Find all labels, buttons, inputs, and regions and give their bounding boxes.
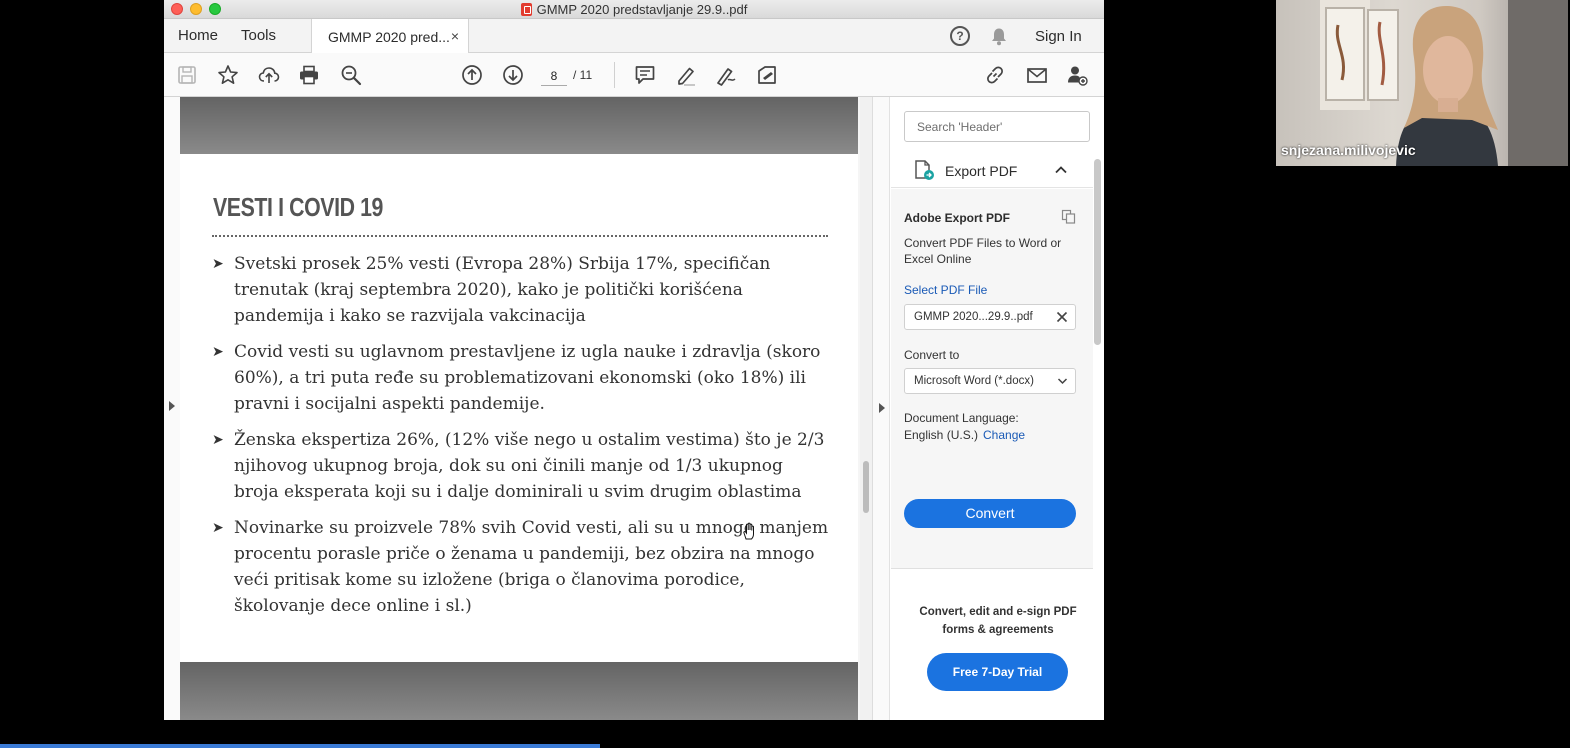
title-divider <box>212 235 828 237</box>
cloud-upload-icon[interactable] <box>258 64 280 86</box>
remove-file-icon[interactable] <box>1056 311 1068 323</box>
participant-video-tile: snjezana.milivojevic <box>1276 0 1568 166</box>
page-total: / 11 <box>573 68 593 82</box>
previous-page-preview <box>180 97 858 154</box>
star-icon[interactable] <box>217 64 239 86</box>
bullet-list: Svetski prosek 25% vesti (Evropa 28%) Sr… <box>212 251 832 629</box>
print-icon[interactable] <box>298 64 320 86</box>
window-title-wrap: GMMP 2020 predstavljanje 29.9..pdf <box>164 2 1104 17</box>
next-page-icon[interactable] <box>502 64 524 86</box>
chevron-down-icon <box>1057 378 1068 385</box>
title-bar: GMMP 2020 predstavljanje 29.9..pdf <box>164 0 1104 19</box>
selected-file-name: GMMP 2020...29.9..pdf <box>914 311 1033 323</box>
save-icon[interactable] <box>176 64 198 86</box>
add-person-icon[interactable] <box>1066 64 1088 86</box>
convert-button[interactable]: Convert <box>904 499 1076 528</box>
previous-page-icon[interactable] <box>461 64 483 86</box>
slide-title: VESTI I COVID 19 <box>213 192 383 222</box>
acrobat-window: GMMP 2020 predstavljanje 29.9..pdf Home … <box>164 0 1104 720</box>
main-toolbar: / 11 <box>164 53 1104 97</box>
document-language-value: English (U.S.) <box>904 428 979 442</box>
expand-left-panel-icon[interactable] <box>169 401 175 411</box>
tools-pane: Export PDF Adobe Export PDF Convert PDF … <box>872 97 1104 720</box>
help-icon[interactable]: ? <box>950 26 970 46</box>
document-viewer[interactable]: VESTI I COVID 19 Svetski prosek 25% vest… <box>164 97 872 720</box>
free-trial-button[interactable]: Free 7-Day Trial <box>927 653 1068 691</box>
tab-tools[interactable]: Tools <box>241 27 276 44</box>
next-page-preview <box>180 662 858 720</box>
pdf-page: VESTI I COVID 19 Svetski prosek 25% vest… <box>180 154 858 662</box>
change-language-link[interactable]: Change <box>983 428 1025 442</box>
participant-name: snjezana.milivojevic <box>1281 142 1416 158</box>
adobe-export-title: Adobe Export PDF <box>904 211 1011 225</box>
export-pdf-icon <box>915 160 934 180</box>
fill-sign-icon[interactable] <box>756 64 778 86</box>
bullet-item: Novinarke su proizvele 78% svih Covid ve… <box>212 515 832 619</box>
left-panel-toggle[interactable] <box>164 97 180 720</box>
document-tab-label: GMMP 2020 pred... <box>328 29 450 45</box>
email-icon[interactable] <box>1026 64 1048 86</box>
collapse-pane-icon[interactable] <box>879 403 885 413</box>
bullet-item: Covid vesti su uglavnom prestavljene iz … <box>212 339 832 417</box>
selected-file-field[interactable]: GMMP 2020...29.9..pdf <box>904 304 1076 330</box>
tab-bar: Home Tools GMMP 2020 pred... × ? Sign In <box>164 19 1104 53</box>
promo-text: Convert, edit and e-sign PDF forms & agr… <box>919 606 1077 636</box>
chevron-up-icon[interactable] <box>1054 165 1068 174</box>
share-link-icon[interactable] <box>984 64 1006 86</box>
bullet-item: Svetski prosek 25% vesti (Evropa 28%) Sr… <box>212 251 832 329</box>
hand-cursor-icon <box>743 522 754 540</box>
draw-icon[interactable] <box>715 64 737 86</box>
comment-icon[interactable] <box>634 64 656 86</box>
search-tools-input[interactable] <box>904 111 1090 142</box>
zoom-search-icon[interactable] <box>340 64 362 86</box>
pane-scrollbar[interactable] <box>1094 159 1101 345</box>
adobe-export-description: Convert PDF Files to Word or Excel Onlin… <box>904 236 1062 266</box>
document-language-label: Document Language: <box>904 411 1019 425</box>
tab-document[interactable]: GMMP 2020 pred... × <box>311 19 469 53</box>
export-pdf-header[interactable]: Export PDF <box>891 154 1093 188</box>
copy-icon[interactable] <box>1061 209 1076 224</box>
pdf-file-icon <box>520 3 532 16</box>
tab-home[interactable]: Home <box>178 27 218 44</box>
document-scrollbar-thumb[interactable] <box>863 461 869 513</box>
bullet-item: Ženska ekspertiza 26%, (12% više nego u … <box>212 427 832 505</box>
select-pdf-file-link[interactable]: Select PDF File <box>904 283 987 297</box>
right-pane-toggle[interactable] <box>873 97 890 720</box>
document-scrollbar[interactable] <box>860 97 872 720</box>
toolbar-divider <box>614 62 615 88</box>
convert-to-label: Convert to <box>904 348 960 362</box>
convert-format-value: Microsoft Word (*.docx) <box>914 375 1034 387</box>
close-tab-icon[interactable]: × <box>451 28 459 44</box>
bell-icon[interactable] <box>990 27 1008 46</box>
adobe-export-card: Adobe Export PDF Convert PDF Files to Wo… <box>891 189 1093 569</box>
export-pdf-title: Export PDF <box>945 163 1018 179</box>
convert-format-dropdown[interactable]: Microsoft Word (*.docx) <box>904 368 1076 394</box>
sign-in-link[interactable]: Sign In <box>1035 28 1082 45</box>
screen-share-indicator <box>0 744 600 748</box>
page-number-input[interactable] <box>541 66 567 86</box>
highlight-pen-icon[interactable] <box>675 64 697 86</box>
window-title: GMMP 2020 predstavljanje 29.9..pdf <box>536 2 748 17</box>
